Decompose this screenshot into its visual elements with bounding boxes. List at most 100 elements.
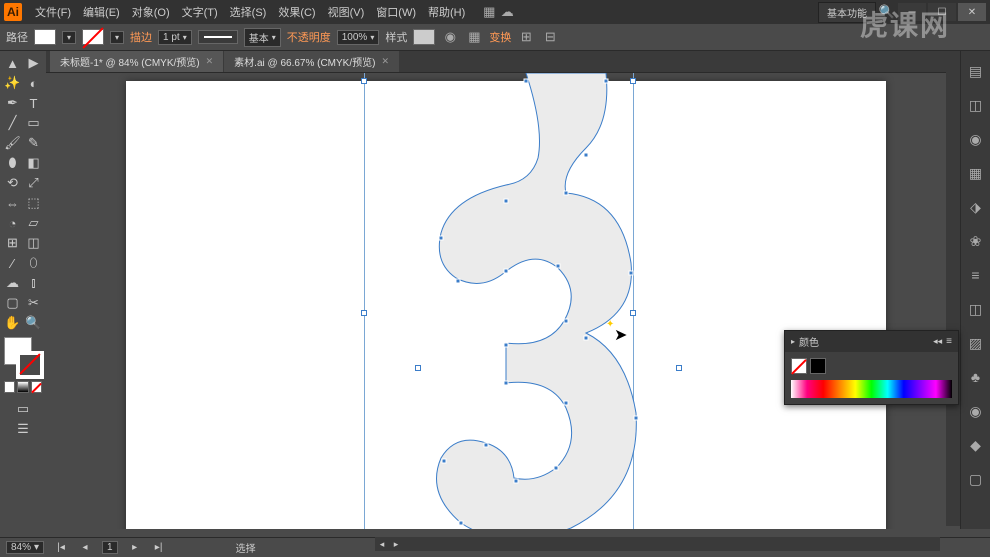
opacity-combo[interactable]: 100% — [337, 30, 380, 45]
selection-tool[interactable]: ▲ — [2, 53, 23, 73]
width-tool[interactable]: ⇔ — [2, 193, 23, 213]
pen-tool[interactable]: ✒ — [2, 93, 23, 113]
stroke-color[interactable] — [16, 351, 44, 379]
free-transform-tool[interactable]: ⬚ — [23, 193, 44, 213]
anchor-point[interactable] — [584, 336, 589, 341]
doc-tab-1[interactable]: 未标题-1* @ 84% (CMYK/预览)✕ — [50, 51, 223, 72]
transform-link[interactable]: 变换 — [489, 29, 511, 45]
opacity-link[interactable]: 不透明度 — [287, 29, 331, 45]
horizontal-scrollbar[interactable] — [375, 537, 940, 551]
tab-close-icon[interactable]: ✕ — [381, 56, 389, 67]
layers-icon[interactable]: ◆ — [966, 435, 986, 455]
bounding-handle[interactable] — [630, 78, 636, 84]
anchor-point[interactable] — [584, 153, 589, 158]
menu-edit[interactable]: 编辑(E) — [78, 1, 125, 23]
stroke-preview[interactable] — [198, 30, 238, 44]
stroke-link[interactable]: 描边 — [130, 29, 152, 45]
layout-icon[interactable]: ▦ — [480, 3, 498, 21]
anchor-point[interactable] — [629, 271, 634, 276]
direct-select-tool[interactable]: ▶ — [23, 53, 44, 73]
anchor-point[interactable] — [514, 479, 519, 484]
stroke-combo[interactable] — [110, 31, 124, 44]
line-tool[interactable]: ╱ — [2, 113, 23, 133]
zoom-tool[interactable]: 🔍 — [23, 313, 44, 333]
tab-close-icon[interactable]: ✕ — [206, 56, 214, 67]
bounding-handle[interactable] — [415, 365, 421, 371]
doc-tab-2[interactable]: 素材.ai @ 66.67% (CMYK/预览)✕ — [224, 51, 399, 72]
menu-object[interactable]: 对象(O) — [127, 1, 175, 23]
panel-collapse-icon[interactable]: ◂◂ — [933, 336, 942, 347]
panel-fill-swatch[interactable] — [791, 358, 807, 374]
rect-tool[interactable]: ▭ — [23, 113, 44, 133]
stroke-style-combo[interactable]: 基本 — [244, 28, 281, 47]
brush-tool[interactable]: 🖌 — [2, 133, 23, 153]
bounding-handle[interactable] — [676, 365, 682, 371]
close-button[interactable]: ✕ — [958, 3, 986, 21]
zoom-combo[interactable]: 84%▾ — [6, 541, 44, 554]
minimize-button[interactable]: ─ — [898, 3, 926, 21]
anchor-point[interactable] — [504, 381, 509, 386]
canvas[interactable]: ➤ — [46, 73, 960, 529]
menu-help[interactable]: 帮助(H) — [423, 1, 470, 23]
color-panel[interactable]: 颜色◂◂≡ — [784, 330, 959, 405]
menu-file[interactable]: 文件(F) — [30, 1, 76, 23]
graph-tool[interactable]: ⫾ — [23, 273, 44, 293]
anchor-point[interactable] — [504, 269, 509, 274]
last-artboard-icon[interactable]: ▸| — [152, 541, 166, 555]
anchor-point[interactable] — [504, 343, 509, 348]
next-artboard-icon[interactable]: ▸ — [128, 541, 142, 555]
symbols-icon[interactable]: ❀ — [966, 231, 986, 251]
fill-stroke-control[interactable] — [2, 337, 46, 379]
artboards-icon[interactable]: ▢ — [966, 469, 986, 489]
bridge-icon[interactable]: ☁ — [498, 3, 516, 21]
anchor-point[interactable] — [504, 199, 509, 204]
stroke-icon[interactable]: ≡ — [966, 265, 986, 285]
mesh-tool[interactable]: ⊞ — [2, 233, 23, 253]
pencil-tool[interactable]: ✎ — [23, 133, 44, 153]
eraser-tool[interactable]: ◧ — [23, 153, 44, 173]
bounding-handle[interactable] — [361, 310, 367, 316]
artboard-nav[interactable]: 1 — [102, 541, 118, 554]
more-icon[interactable]: ⊟ — [541, 28, 559, 46]
gradient-tool[interactable]: ◫ — [23, 233, 44, 253]
bounding-handle[interactable] — [630, 310, 636, 316]
artboard-tool[interactable]: ▢ — [2, 293, 23, 313]
blob-tool[interactable]: ⬮ — [2, 153, 23, 173]
perspective-tool[interactable]: ▱ — [23, 213, 44, 233]
anchor-point[interactable] — [439, 236, 444, 241]
anchor-point[interactable] — [524, 79, 529, 84]
magic-wand-tool[interactable]: ✨ — [2, 73, 23, 93]
libraries-icon[interactable]: ◫ — [966, 95, 986, 115]
menu-window[interactable]: 窗口(W) — [371, 1, 421, 23]
color-icon[interactable]: ◉ — [966, 129, 986, 149]
stroke-weight[interactable]: 1 pt — [158, 30, 192, 45]
style-swatch[interactable] — [413, 29, 435, 45]
anchor-point[interactable] — [564, 401, 569, 406]
bounding-handle[interactable] — [361, 78, 367, 84]
transparency-icon[interactable]: ▨ — [966, 333, 986, 353]
anchor-point[interactable] — [556, 264, 561, 269]
symbol-tool[interactable]: ☁ — [2, 273, 23, 293]
workspace-selector[interactable]: 基本功能 — [818, 2, 876, 23]
panel-menu-icon[interactable]: ≡ — [946, 336, 952, 347]
shape-builder-tool[interactable]: ◔ — [2, 213, 23, 233]
anchor-point[interactable] — [564, 319, 569, 324]
anchor-point[interactable] — [634, 416, 639, 421]
scale-tool[interactable]: ⤢ — [23, 173, 44, 193]
vertical-scrollbar[interactable] — [946, 72, 960, 526]
gradient-icon[interactable]: ◫ — [966, 299, 986, 319]
fill-swatch[interactable] — [34, 29, 56, 45]
type-tool[interactable]: T — [23, 93, 44, 113]
prev-artboard-icon[interactable]: ◂ — [78, 541, 92, 555]
swatches-icon[interactable]: ▦ — [966, 163, 986, 183]
blend-tool[interactable]: ⬯ — [23, 253, 44, 273]
maximize-button[interactable]: ☐ — [928, 3, 956, 21]
menu-effect[interactable]: 效果(C) — [273, 1, 320, 23]
menu-select[interactable]: 选择(S) — [225, 1, 272, 23]
menu-view[interactable]: 视图(V) — [323, 1, 370, 23]
anchor-point[interactable] — [442, 459, 447, 464]
anchor-point[interactable] — [564, 191, 569, 196]
anchor-point[interactable] — [554, 466, 559, 471]
anchor-point[interactable] — [459, 521, 464, 526]
menu-type[interactable]: 文字(T) — [177, 1, 223, 23]
